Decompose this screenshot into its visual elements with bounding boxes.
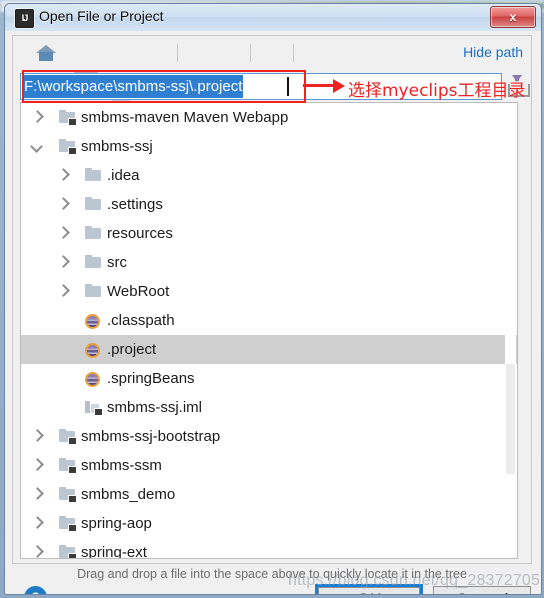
tree-row-label: smbms-ssj-bootstrap — [81, 428, 221, 445]
module-folder-icon — [59, 487, 77, 503]
tree-row[interactable]: smbms-maven Maven Webapp — [21, 103, 517, 132]
cancel-button[interactable]: Cancel — [433, 586, 531, 594]
window-title: Open File or Project — [39, 8, 164, 24]
button-bar: ? OK Cancel — [12, 582, 531, 594]
tree-row[interactable]: smbms-ssj — [21, 132, 517, 161]
ok-button[interactable]: OK — [315, 584, 423, 594]
chevron-right-icon[interactable] — [31, 517, 44, 530]
module-folder-icon — [59, 458, 77, 474]
folder-icon — [85, 284, 102, 299]
chevron-right-icon[interactable] — [57, 256, 70, 269]
module-folder-icon — [59, 545, 77, 558]
tree-row[interactable]: smbms-ssj.iml — [21, 393, 517, 422]
tree-row-label: smbms-maven Maven Webapp — [81, 109, 289, 126]
content-panel: ↻ Hide path F:\workspace\smbms-ssj\.proj… — [12, 35, 532, 581]
tree-row[interactable]: .springBeans — [21, 364, 517, 393]
folder-icon — [85, 255, 102, 270]
tree-row-label: .springBeans — [107, 370, 195, 387]
tree-row-label: resources — [107, 225, 173, 242]
xml-file-icon — [85, 343, 100, 358]
home-icon[interactable] — [33, 40, 59, 66]
chevron-right-icon[interactable] — [31, 488, 44, 501]
tree-row[interactable]: WebRoot — [21, 277, 517, 306]
tree-scrollbar-thumb[interactable] — [506, 364, 515, 474]
dialog-body: ↻ Hide path F:\workspace\smbms-ssj\.proj… — [5, 31, 541, 594]
intellij-app-icon: IJ — [15, 9, 34, 28]
chevron-down-icon[interactable] — [31, 140, 44, 153]
module-folder-icon — [59, 516, 77, 532]
tree-row-label: WebRoot — [107, 283, 170, 300]
chevron-right-icon[interactable] — [57, 227, 70, 240]
chevron-right-icon[interactable] — [31, 430, 44, 443]
tree-row[interactable]: resources — [21, 219, 517, 248]
hide-path-link[interactable]: Hide path — [463, 44, 523, 60]
module-folder-icon — [59, 139, 77, 155]
tree-row[interactable]: spring-ext — [21, 538, 517, 559]
chevron-right-icon[interactable] — [31, 459, 44, 472]
chevron-right-icon[interactable] — [57, 169, 70, 182]
title-bar: IJ Open File or Project x — [5, 4, 541, 32]
tree-row-label: smbms-ssj.iml — [107, 399, 202, 416]
chevron-right-icon[interactable] — [31, 546, 44, 558]
annotation-arrow-line — [303, 84, 336, 87]
tree-row-label: spring-aop — [81, 515, 152, 532]
tree-row-label: .settings — [107, 196, 163, 213]
folder-icon — [85, 168, 102, 183]
close-icon: x — [509, 10, 517, 24]
tree-row-label: .idea — [107, 167, 140, 184]
tree-row-label: smbms-ssm — [81, 457, 162, 474]
chevron-right-icon[interactable] — [57, 285, 70, 298]
annotation-arrow-head — [333, 79, 345, 93]
folder-icon — [85, 226, 102, 241]
xml-file-icon — [85, 314, 100, 329]
help-button[interactable]: ? — [24, 586, 47, 594]
module-folder-icon — [59, 110, 77, 126]
path-input-value: F:\workspace\smbms-ssj\.project — [22, 75, 244, 98]
iml-file-icon — [85, 400, 103, 416]
tree-row[interactable]: spring-aop — [21, 509, 517, 538]
tree-row-label: src — [107, 254, 127, 271]
drag-drop-hint: Drag and drop a file into the space abov… — [77, 567, 467, 581]
text-caret — [287, 77, 289, 96]
chevron-right-icon[interactable] — [31, 111, 44, 124]
tree-row[interactable]: src — [21, 248, 517, 277]
tree-row-label: .classpath — [107, 312, 175, 329]
tree-row[interactable]: .settings — [21, 190, 517, 219]
tree-row[interactable]: smbms-ssj-bootstrap — [21, 422, 517, 451]
file-tree-rows: smbms-maven Maven Webapp smbms-ssj .idea .s… — [21, 103, 517, 559]
tree-row[interactable]: .classpath — [21, 306, 517, 335]
tree-row-label: smbms_demo — [81, 486, 176, 503]
tree-row[interactable]: .project — [21, 335, 517, 364]
annotation-text: 选择myeclips工程目录 — [348, 81, 526, 101]
tree-row-label: smbms-ssj — [81, 138, 153, 155]
file-tree[interactable]: smbms-maven Maven Webapp smbms-ssj .idea .s… — [20, 102, 518, 559]
toolbar: ↻ Hide path — [13, 36, 531, 246]
tree-row[interactable]: .idea — [21, 161, 517, 190]
xml-file-icon — [85, 372, 100, 387]
chevron-right-icon[interactable] — [57, 198, 70, 211]
tree-row[interactable]: smbms-ssm — [21, 451, 517, 480]
tree-row[interactable]: smbms_demo — [21, 480, 517, 509]
tree-row-label: spring-ext — [81, 544, 147, 559]
module-folder-icon — [59, 429, 77, 445]
tree-row-label: .project — [107, 341, 157, 358]
folder-icon — [85, 197, 102, 212]
tree-scrollbar[interactable] — [505, 104, 516, 557]
close-button[interactable]: x — [490, 6, 536, 28]
